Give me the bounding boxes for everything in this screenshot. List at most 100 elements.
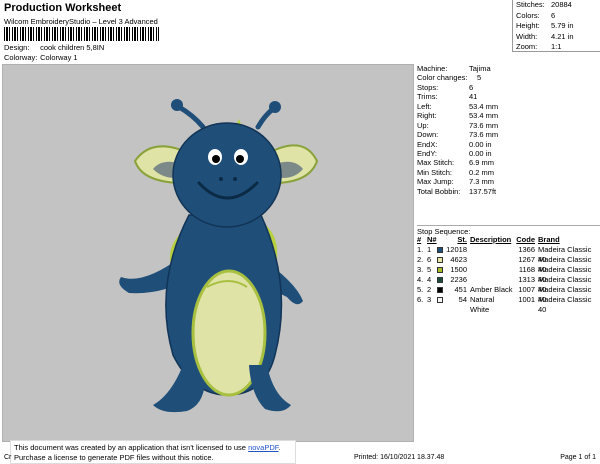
row-code: 1366 [518, 245, 535, 254]
row-num: 1. [417, 245, 424, 254]
footer: Cr Printed: 16/10/2021 18.37.48 Page 1 o… [0, 452, 600, 464]
colorway-value: Colorway 1 [40, 53, 78, 62]
color-swatch-box [437, 267, 443, 273]
info-row: Trims: 41 [417, 92, 600, 101]
info-label: Min Stitch: [417, 167, 453, 177]
row-needle: 5 [427, 265, 432, 274]
color-swatch [437, 245, 445, 255]
row-num: 5. [417, 285, 424, 294]
header-needle: N# [427, 235, 437, 244]
row-stitches: 12018 [446, 245, 467, 254]
row-brand: Madeira Classic 40 [538, 245, 592, 264]
table-row: 4. 4 2236 1313 Madeira Classic 40 [417, 275, 600, 294]
info-row: Stops: 6 [417, 83, 600, 92]
summary-row: Zoom: 1:1 [513, 42, 600, 53]
row-brand: Madeira Classic 40 [538, 295, 592, 314]
row-description [467, 255, 514, 265]
design-label: Design: [4, 43, 30, 52]
row-num: 6. [417, 295, 424, 304]
table-row: 5. 2 451 Amber Black 1007 Madeira Classic 40 [417, 285, 600, 304]
notice-text-end: . [278, 443, 281, 452]
color-swatch [437, 295, 445, 305]
table-header: # N# St. Description Code Brand [417, 235, 600, 245]
summary-value: 4.21 in [551, 31, 574, 41]
row-stitches: 451 [454, 285, 467, 294]
row-code: 1001 [518, 295, 535, 304]
row-num: 3. [417, 265, 424, 274]
header-num: # [417, 235, 422, 244]
color-swatch [437, 255, 445, 265]
summary-label: Colors: [516, 10, 540, 20]
novapdf-link[interactable]: novaPDF [248, 443, 278, 452]
footer-left: Cr [4, 454, 12, 461]
summary-label: Height: [516, 21, 540, 30]
row-description [467, 275, 514, 285]
color-swatch [437, 265, 445, 275]
summary-box: Stitches: 20884 Colors: 6 Height: 5.79 in W… [512, 0, 600, 52]
info-label: Machine: [417, 64, 448, 73]
row-num: 4. [417, 275, 424, 284]
notice-text: This document was created by an applicat… [14, 443, 249, 452]
table-row: 6. 3 54 Natural White 1001 Madeira Classic 40 [417, 295, 600, 314]
colorway-label: Colorway: [4, 53, 38, 62]
info-value: 7.3 mm [469, 177, 495, 187]
info-label: Up: [417, 120, 429, 130]
info-value: 6.9 mm [469, 158, 495, 168]
color-swatch-box [437, 257, 443, 263]
summary-value: 6 [551, 10, 556, 20]
info-value: 0.00 in [469, 148, 492, 158]
design-value: cook children 5,8IN [40, 43, 105, 52]
info-label: Max Stitch: [417, 158, 455, 168]
summary-row: Stitches: 20884 [513, 0, 600, 11]
row-needle: 6 [427, 255, 432, 264]
row-description [467, 245, 514, 255]
row-brand: Madeira Classic 40 [538, 275, 592, 294]
row-code: 1007 [518, 285, 535, 294]
summary-value: 5.79 in [551, 21, 574, 30]
summary-label: Width: [516, 31, 538, 41]
row-brand: Madeira Classic 40 [538, 265, 592, 284]
info-label: Color changes: [417, 73, 468, 83]
design-row: Design: cook children 5,8IN [4, 43, 104, 52]
row-description: Amber Black [470, 285, 513, 294]
summary-value: 20884 [551, 0, 572, 9]
info-label: Trims: [417, 92, 438, 102]
color-swatch-box [437, 287, 443, 293]
row-needle: 3 [427, 295, 432, 304]
info-row: Color changes: 5 [417, 73, 600, 82]
header-code: Code [516, 235, 535, 244]
info-row: Max Jump: 7.3 mm [417, 177, 600, 186]
row-stitches: 54 [458, 295, 467, 304]
info-value: 73.6 mm [469, 130, 499, 140]
info-row: EndY: 0.00 in [417, 149, 600, 158]
info-row: Down: 73.6 mm [417, 130, 600, 139]
color-swatch-box [437, 247, 443, 253]
table-row: 1. 1 12018 1366 Madeira Classic 40 [417, 245, 600, 264]
info-value: 5 [477, 73, 482, 83]
colorway-row: Colorway: Colorway 1 [4, 53, 78, 62]
info-row: Left: 53.4 mm [417, 102, 600, 111]
row-code: 1168 [518, 265, 535, 274]
row-code: 1313 [518, 275, 535, 284]
row-needle: 4 [427, 275, 432, 284]
summary-row: Width: 4.21 in [513, 32, 600, 43]
machine-info: Machine: Tajima Color changes: 5 Stops: 6 T… [417, 64, 600, 196]
info-value: 73.6 mm [469, 120, 499, 130]
info-value: 41 [469, 92, 478, 102]
summary-label: Zoom: [516, 42, 538, 51]
row-description [467, 265, 514, 275]
row-description: Natural White [470, 295, 495, 314]
color-swatch [437, 275, 445, 285]
barcode [4, 27, 159, 41]
info-value: 53.4 mm [469, 111, 499, 121]
summary-label: Stitches: [516, 0, 545, 9]
row-num: 2. [417, 255, 424, 264]
info-value: 53.4 mm [469, 101, 499, 111]
row-stitches: 4623 [450, 255, 467, 264]
printed-timestamp: Printed: 16/10/2021 18.37.48 [354, 454, 445, 461]
info-value: 0.00 in [469, 139, 492, 149]
info-value: 6 [469, 82, 474, 92]
row-brand: Madeira Classic 40 [538, 285, 592, 304]
table-row: 2. 6 4623 1267 Madeira Classic 40 [417, 255, 600, 274]
summary-row: Colors: 6 [513, 11, 600, 22]
